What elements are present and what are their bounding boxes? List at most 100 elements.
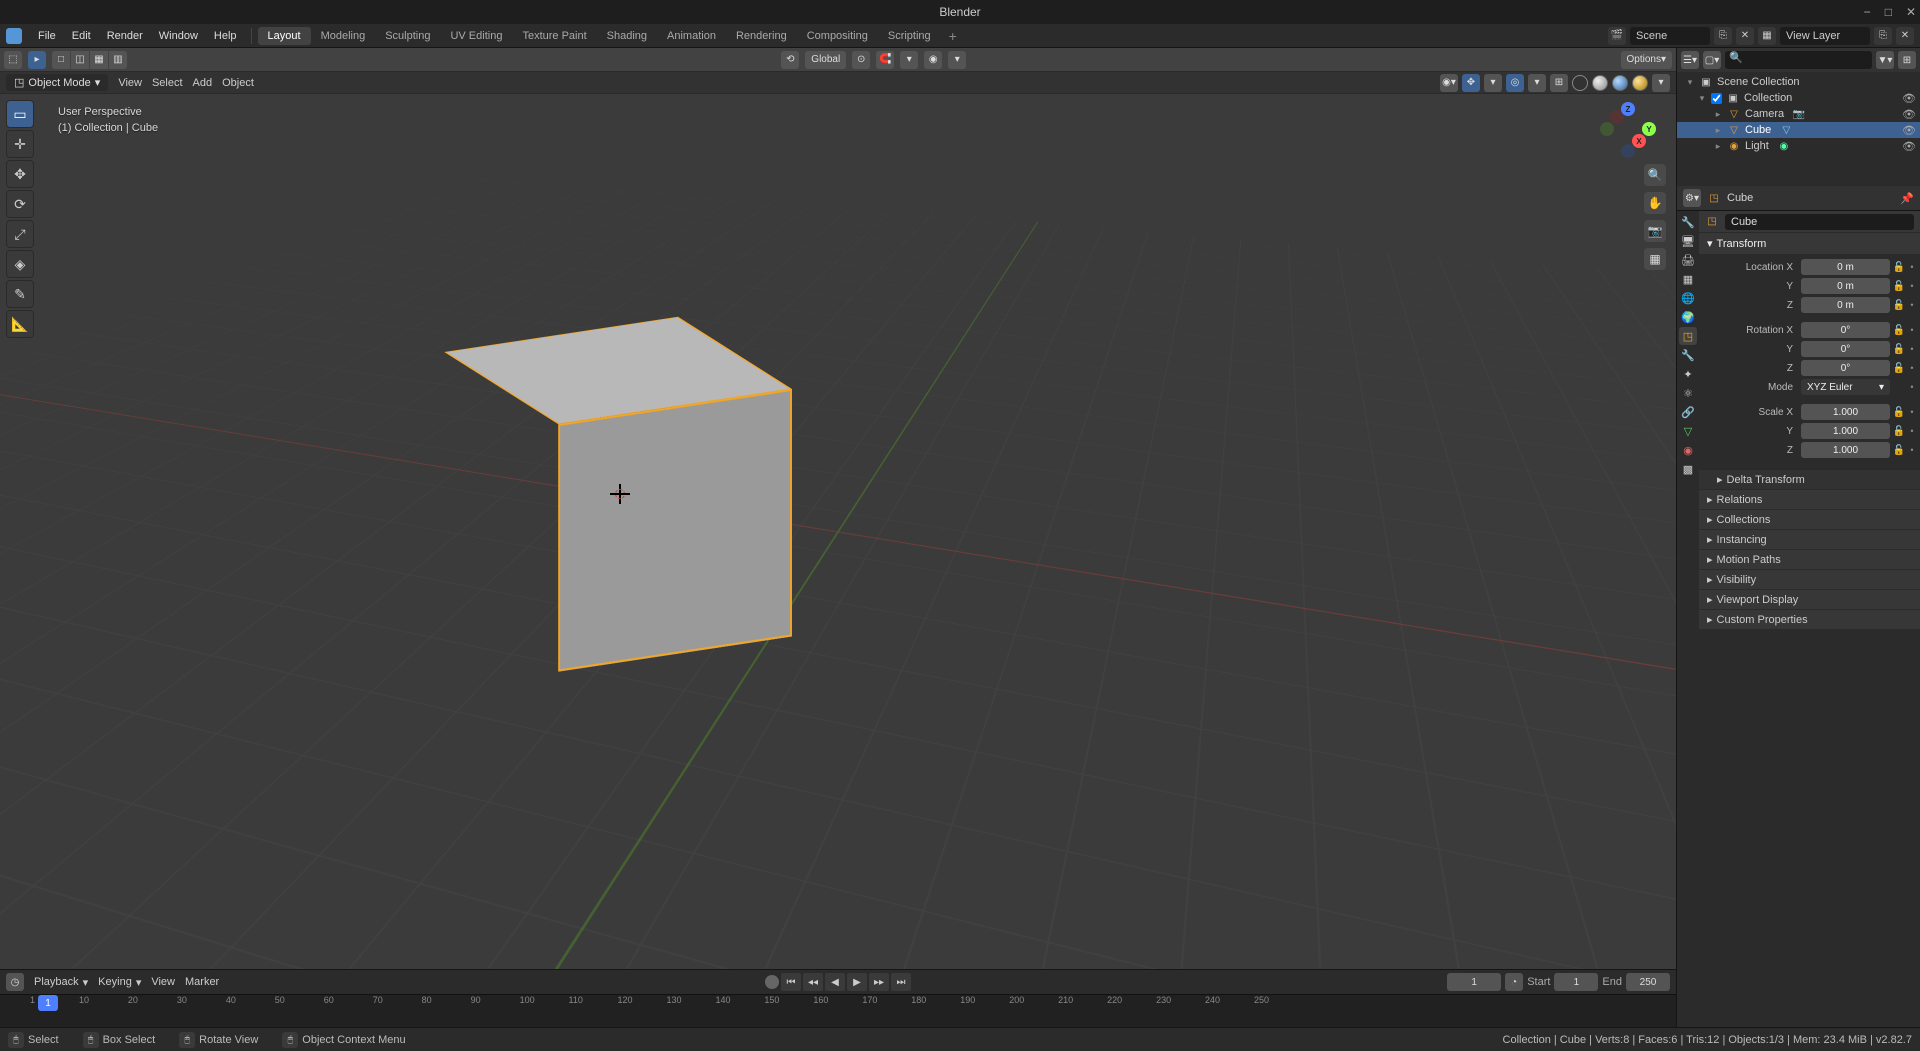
workspace-texturepaint[interactable]: Texture Paint <box>512 27 596 45</box>
prop-edit-icon[interactable]: ◉ <box>924 51 942 69</box>
outliner-cube[interactable]: ▸ ▽ Cube ▽ 👁 <box>1677 122 1920 138</box>
workspace-compositing[interactable]: Compositing <box>797 27 878 45</box>
outliner-scene-collection[interactable]: ▾ ▣ Scene Collection <box>1677 74 1920 90</box>
gizmo-neg-y-icon[interactable] <box>1600 122 1614 136</box>
menu-window[interactable]: Window <box>151 27 206 45</box>
tl-view[interactable]: View <box>151 976 175 988</box>
vp-menu-select[interactable]: Select <box>152 77 183 89</box>
object-name-field[interactable]: Cube <box>1725 214 1914 230</box>
scale-x-field[interactable]: 1.000 <box>1801 404 1890 420</box>
vp-menu-view[interactable]: View <box>118 77 142 89</box>
overlays-dropdown-icon[interactable]: ▾ <box>1528 74 1546 92</box>
outliner-display-icon[interactable]: ▢▾ <box>1703 51 1721 69</box>
tool-cursor[interactable]: ✛ <box>6 130 34 158</box>
viewlayer-name-field[interactable]: View Layer <box>1780 27 1870 45</box>
scale-z-field[interactable]: 1.000 <box>1801 442 1890 458</box>
persp-ortho-icon[interactable]: ▦ <box>1644 248 1666 270</box>
lock-icon[interactable]: 🔓 <box>1892 259 1906 275</box>
scene-browse-icon[interactable]: 🎬 <box>1608 27 1626 45</box>
vp-menu-add[interactable]: Add <box>193 77 213 89</box>
rotation-y-field[interactable]: 0° <box>1801 341 1890 357</box>
current-frame-field[interactable]: 1 <box>1447 973 1501 991</box>
lock-icon[interactable]: 🔓 <box>1892 297 1906 313</box>
lock-icon[interactable]: 🔓 <box>1892 423 1906 439</box>
scene-delete-icon[interactable]: ✕ <box>1736 27 1754 45</box>
viewlayer-delete-icon[interactable]: ✕ <box>1896 27 1914 45</box>
menu-help[interactable]: Help <box>206 27 245 45</box>
playhead[interactable]: 1 <box>38 995 58 1011</box>
panel-relations[interactable]: ▸ Relations <box>1699 490 1920 509</box>
panel-custom-properties[interactable]: ▸ Custom Properties <box>1699 610 1920 629</box>
outliner-new-collection-icon[interactable]: ⊞ <box>1898 51 1916 69</box>
tab-object-icon[interactable]: ◳ <box>1679 327 1697 345</box>
pivot-icon[interactable]: ⊙ <box>852 51 870 69</box>
tool-select-box[interactable]: ▭ <box>6 100 34 128</box>
snap-type-icon[interactable]: ▾ <box>900 51 918 69</box>
play-reverse-icon[interactable]: ◀ <box>825 973 845 991</box>
tab-output-icon[interactable]: 🖨 <box>1679 251 1697 269</box>
tool-annotate[interactable]: ✎ <box>6 280 34 308</box>
viewport-3d[interactable]: User Perspective (1) Collection | Cube ▭… <box>0 94 1676 969</box>
shading-dropdown-icon[interactable]: ▾ <box>1652 74 1670 92</box>
lock-icon[interactable]: 🔓 <box>1892 442 1906 458</box>
pan-icon[interactable]: ✋ <box>1644 192 1666 214</box>
select-mode3-icon[interactable]: ▦ <box>90 51 108 69</box>
add-workspace-button[interactable]: + <box>941 28 965 44</box>
select-mode2-icon[interactable]: ◫ <box>71 51 89 69</box>
jump-start-icon[interactable]: ⏮ <box>781 973 801 991</box>
workspace-rendering[interactable]: Rendering <box>726 27 797 45</box>
panel-motion-paths[interactable]: ▸ Motion Paths <box>1699 550 1920 569</box>
tool-transform[interactable]: ◈ <box>6 250 34 278</box>
view-object-types-icon[interactable]: ◉▾ <box>1440 74 1458 92</box>
tab-physics-icon[interactable]: ⚛ <box>1679 384 1697 402</box>
location-y-field[interactable]: 0 m <box>1801 278 1890 294</box>
gizmo-dropdown-icon[interactable]: ▾ <box>1484 74 1502 92</box>
visibility-icon[interactable]: 👁 <box>1902 124 1916 137</box>
maximize-icon[interactable]: □ <box>1885 5 1892 19</box>
tool-measure[interactable]: 📐 <box>6 310 34 338</box>
tab-tool-icon[interactable]: 🔧 <box>1679 213 1697 231</box>
collection-checkbox[interactable] <box>1711 93 1722 104</box>
shading-solid-icon[interactable] <box>1592 75 1608 91</box>
location-x-field[interactable]: 0 m <box>1801 259 1890 275</box>
tab-constraints-icon[interactable]: 🔗 <box>1679 403 1697 421</box>
workspace-shading[interactable]: Shading <box>597 27 657 45</box>
panel-delta-transform[interactable]: ▸ Delta Transform <box>1699 469 1920 489</box>
menu-edit[interactable]: Edit <box>64 27 99 45</box>
orientation-select[interactable]: Global <box>805 51 846 69</box>
panel-instancing[interactable]: ▸ Instancing <box>1699 530 1920 549</box>
tab-material-icon[interactable]: ◉ <box>1679 441 1697 459</box>
start-frame-field[interactable]: 1 <box>1554 973 1598 991</box>
panel-visibility[interactable]: ▸ Visibility <box>1699 570 1920 589</box>
prop-type-icon[interactable]: ▾ <box>948 51 966 69</box>
properties-editor-icon[interactable]: ⚙▾ <box>1683 189 1701 207</box>
rotation-x-field[interactable]: 0° <box>1801 322 1890 338</box>
select-mode-icon[interactable]: □ <box>52 51 70 69</box>
minimize-icon[interactable]: − <box>1864 5 1871 19</box>
tool-rotate[interactable]: ⟳ <box>6 190 34 218</box>
mode-selector[interactable]: ◳ Object Mode ▾ <box>6 74 108 91</box>
shading-material-icon[interactable] <box>1612 75 1628 91</box>
timeline-editor-icon[interactable]: ◷ <box>6 973 24 991</box>
outliner-light[interactable]: ▸ ◉ Light ◉ 👁 <box>1677 138 1920 154</box>
panel-viewport-display[interactable]: ▸ Viewport Display <box>1699 590 1920 609</box>
gizmo-toggle-icon[interactable]: ✥ <box>1462 74 1480 92</box>
camera-view-icon[interactable]: 📷 <box>1644 220 1666 242</box>
scene-name-field[interactable]: Scene <box>1630 27 1710 45</box>
shading-wireframe-icon[interactable] <box>1572 75 1588 91</box>
panel-transform[interactable]: ▾ Transform <box>1699 233 1920 254</box>
tab-viewlayer-icon[interactable]: ▦ <box>1679 270 1697 288</box>
gizmo-neg-z-icon[interactable] <box>1621 144 1635 158</box>
lock-icon[interactable]: 🔓 <box>1892 341 1906 357</box>
tab-mesh-icon[interactable]: ▽ <box>1679 422 1697 440</box>
tl-marker[interactable]: Marker <box>185 976 219 988</box>
editor-type-icon[interactable]: ⬚ <box>4 51 22 69</box>
rotation-z-field[interactable]: 0° <box>1801 360 1890 376</box>
viewlayer-browse-icon[interactable]: ▦ <box>1758 27 1776 45</box>
close-icon[interactable]: ✕ <box>1906 5 1916 19</box>
menu-file[interactable]: File <box>30 27 64 45</box>
workspace-uvediting[interactable]: UV Editing <box>440 27 512 45</box>
shading-rendered-icon[interactable] <box>1632 75 1648 91</box>
orientation-icon[interactable]: ⟲ <box>781 51 799 69</box>
nav-gizmo[interactable]: Z Y X <box>1600 102 1656 158</box>
